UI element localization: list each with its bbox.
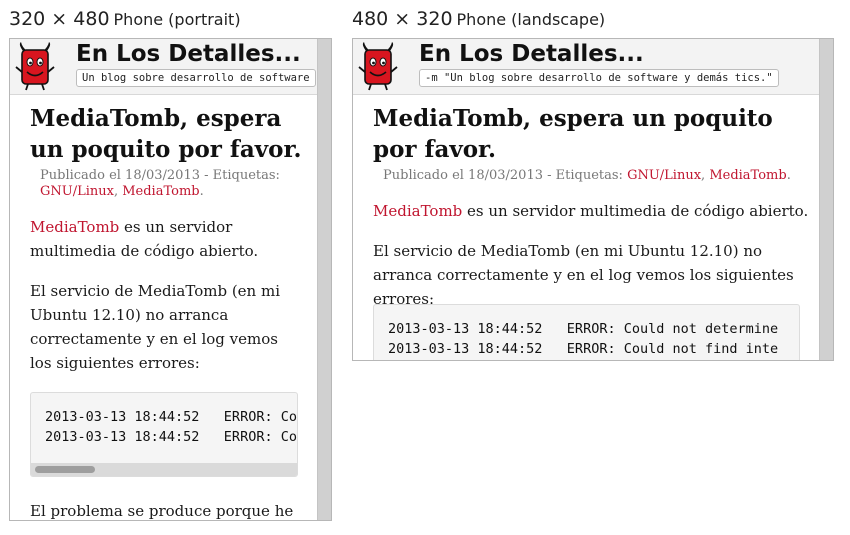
tag-link-mediatomb[interactable]: MediaTomb: [122, 184, 199, 199]
site-tagline: -m "Un blog sobre desarrollo de software…: [419, 69, 779, 87]
site-tagline: Un blog sobre desarrollo de software: [76, 69, 316, 87]
post-meta: Publicado el 18/03/2013 - Etiquetas: GNU…: [40, 168, 310, 200]
portrait-vertical-scrollbar[interactable]: [317, 39, 331, 520]
portrait-viewport[interactable]: En Los Detalles... Un blog sobre desarro…: [10, 39, 317, 520]
post-title-line-1: MediaTomb, espera: [30, 105, 282, 132]
mediatomb-link[interactable]: MediaTomb: [30, 218, 119, 236]
code-block[interactable]: 2013-03-13 18:44:52 ERROR: Could not det…: [30, 392, 298, 477]
intro-paragraph: MediaTomb es un servidor multimedia de c…: [373, 199, 813, 223]
code-line-1: 2013-03-13 18:44:52 ERROR: Could not det…: [45, 409, 297, 425]
devil-mascot-logo[interactable]: [357, 42, 399, 92]
problem-paragraph: El problema se produce porque he: [30, 502, 294, 520]
tag-separator: ,: [113, 184, 123, 199]
intro-paragraph: MediaTomb es un servidor multimedia de c…: [30, 215, 285, 263]
code-horizontal-scrollbar[interactable]: [31, 463, 297, 476]
meta-end: .: [199, 184, 204, 199]
landscape-device-frame: En Los Detalles... -m "Un blog sobre des…: [352, 38, 834, 361]
site-header: En Los Detalles... -m "Un blog sobre des…: [353, 39, 819, 95]
site-title[interactable]: En Los Detalles...: [76, 41, 301, 67]
devil-mascot-logo[interactable]: [14, 42, 56, 92]
post-title[interactable]: MediaTomb, espera un poquito por favor.: [30, 103, 301, 165]
post-title[interactable]: MediaTomb, espera un poquito por favor.: [373, 103, 773, 165]
code-block[interactable]: 2013-03-13 18:44:52 ERROR: Could not det…: [373, 304, 800, 360]
portrait-dimensions: 320 × 480: [9, 8, 110, 30]
code-line-2: 2013-03-13 18:44:52 ERROR: Could not fin…: [388, 341, 779, 357]
portrait-device-frame: En Los Detalles... Un blog sobre desarro…: [9, 38, 332, 521]
code-line-2: 2013-03-13 18:44:52 ERROR: Could not fin…: [45, 429, 297, 445]
portrait-frame-label: 320 × 480 Phone (portrait): [9, 8, 241, 30]
post-meta-date: Publicado el 18/03/2013 - Etiquetas:: [383, 168, 623, 183]
post-meta: Publicado el 18/03/2013 - Etiquetas: GNU…: [383, 168, 791, 184]
code-scrollbar-thumb[interactable]: [35, 466, 95, 473]
landscape-vertical-scrollbar[interactable]: [819, 39, 833, 360]
landscape-device-kind: Phone (landscape): [456, 10, 606, 29]
code-line-1: 2013-03-13 18:44:52 ERROR: Could not det…: [388, 321, 779, 337]
landscape-viewport[interactable]: En Los Detalles... -m "Un blog sobre des…: [353, 39, 819, 360]
site-header: En Los Detalles... Un blog sobre desarro…: [10, 39, 317, 95]
intro-text: es un servidor multimedia de código abie…: [462, 202, 809, 220]
tag-link-gnu-linux[interactable]: GNU/Linux: [627, 168, 701, 183]
post-title-line-2: por favor.: [373, 136, 497, 163]
landscape-dimensions: 480 × 320: [352, 8, 453, 30]
errors-paragraph: El servicio de MediaTomb (en mi Ubuntu 1…: [373, 242, 794, 308]
portrait-device-kind: Phone (portrait): [113, 10, 241, 29]
site-title[interactable]: En Los Detalles...: [419, 41, 644, 67]
landscape-frame-label: 480 × 320 Phone (landscape): [352, 8, 605, 30]
post-title-line-2: un poquito por favor.: [30, 136, 302, 163]
post-title-line-1: MediaTomb, espera un poquito: [373, 105, 773, 132]
mediatomb-link[interactable]: MediaTomb: [373, 202, 462, 220]
errors-paragraph: El servicio de MediaTomb (en mi Ubuntu 1…: [30, 282, 280, 372]
tag-link-mediatomb[interactable]: MediaTomb: [709, 168, 786, 183]
tag-link-gnu-linux[interactable]: GNU/Linux: [40, 184, 114, 199]
post-meta-date: Publicado el 18/03/2013 - Etiquetas:: [40, 168, 280, 183]
meta-end: .: [786, 168, 791, 183]
